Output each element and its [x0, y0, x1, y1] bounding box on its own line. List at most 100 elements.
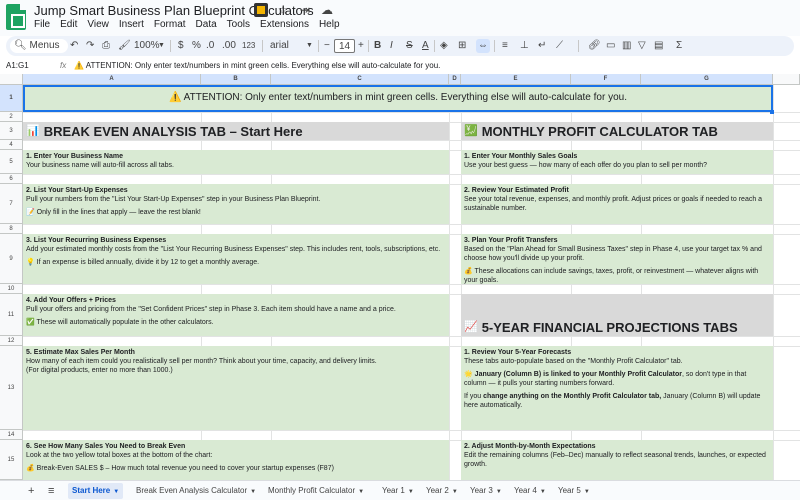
menu-edit[interactable]: Edit: [60, 19, 77, 30]
row-header-15[interactable]: 15: [0, 440, 23, 480]
row-header-3[interactable]: 3: [0, 122, 23, 140]
menu-data[interactable]: Data: [196, 19, 217, 30]
chevron-down-icon[interactable]: ▼: [358, 489, 364, 495]
chevron-down-icon[interactable]: ▼: [540, 489, 546, 495]
italic-button[interactable]: I: [390, 39, 393, 53]
column-header-a[interactable]: A: [23, 74, 201, 85]
row-header-6[interactable]: 6: [0, 174, 23, 184]
chart-icon[interactable]: ▥: [622, 39, 631, 53]
profit-step-1-sales-goals-cell[interactable]: 1. Enter Your Monthly Sales Goals Use yo…: [461, 150, 773, 174]
menu-format[interactable]: Format: [154, 19, 186, 30]
step-2-startup-expenses-cell[interactable]: 2. List Your Start-Up Expenses Pull your…: [23, 184, 449, 224]
chevron-down-icon[interactable]: ▼: [408, 489, 414, 495]
sheet-tab-year-1[interactable]: Year 1 ▼: [378, 483, 418, 499]
align-horizontal-icon[interactable]: ≡: [502, 39, 508, 53]
increase-decimal-button[interactable]: .00: [222, 39, 236, 53]
comment-icon[interactable]: ▭: [606, 39, 615, 53]
chevron-down-icon[interactable]: ▼: [496, 489, 502, 495]
chevron-down-icon[interactable]: ▼: [584, 489, 590, 495]
fill-color-icon[interactable]: ◈: [440, 39, 448, 53]
step-4-offers-prices-cell[interactable]: 4. Add Your Offers + Prices Pull your of…: [23, 294, 449, 336]
merge-cells-icon[interactable]: ⇔: [476, 39, 490, 53]
monthly-profit-heading-cell[interactable]: 💹 MONTHLY PROFIT CALCULATOR TAB: [461, 122, 773, 140]
column-header-c[interactable]: C: [271, 74, 449, 85]
percent-button[interactable]: %: [192, 39, 201, 53]
row-header-8[interactable]: 8: [0, 224, 23, 234]
column-header-f[interactable]: F: [571, 74, 641, 85]
redo-icon[interactable]: ↷: [86, 39, 94, 53]
projections-step-2-adjust-cell[interactable]: 2. Adjust Month-by-Month Expectations Ed…: [461, 440, 773, 480]
all-sheets-button[interactable]: ≡: [48, 485, 54, 497]
row-header-13[interactable]: 13: [0, 346, 23, 430]
chevron-down-icon[interactable]: ▼: [113, 489, 119, 495]
column-header-b[interactable]: B: [201, 74, 271, 85]
menu-file[interactable]: File: [34, 19, 50, 30]
bold-button[interactable]: B: [374, 39, 381, 53]
row-header-11[interactable]: 11: [0, 294, 23, 336]
text-wrap-icon[interactable]: ↵: [538, 39, 546, 53]
row-header-7[interactable]: 7: [0, 184, 23, 224]
sheets-logo-icon[interactable]: [6, 4, 26, 30]
column-header-g[interactable]: G: [641, 74, 773, 85]
functions-button[interactable]: Σ: [676, 39, 682, 53]
spreadsheet-grid[interactable]: A B C D E F G 1 2 3 4 5 6 7 8 9 10 11 12…: [0, 74, 800, 480]
print-icon[interactable]: ⎙: [102, 39, 110, 53]
row-header-10[interactable]: 10: [0, 284, 23, 294]
currency-button[interactable]: $: [178, 39, 184, 53]
attention-banner-cell[interactable]: ⚠️ ATTENTION: Only enter text/numbers in…: [23, 85, 773, 112]
paint-format-icon[interactable]: 🖌︎: [118, 39, 131, 53]
column-header-e[interactable]: E: [461, 74, 571, 85]
font-size-decrease-button[interactable]: −: [324, 39, 330, 53]
zoom-select[interactable]: 100%: [134, 39, 160, 53]
align-vertical-icon[interactable]: ⊥: [520, 39, 529, 53]
row-header-14[interactable]: 14: [0, 430, 23, 440]
text-rotation-icon[interactable]: ⟋: [556, 39, 563, 53]
sheet-tab-monthly-profit[interactable]: Monthly Profit Calculator ▼: [264, 483, 368, 499]
select-all-corner[interactable]: [0, 74, 23, 85]
row-header-2[interactable]: 2: [0, 112, 23, 122]
sheet-tab-start-here[interactable]: Start Here ▼: [68, 483, 124, 499]
sheet-tab-year-5[interactable]: Year 5 ▼: [554, 483, 594, 499]
row-header-1[interactable]: 1: [0, 85, 23, 112]
menu-tools[interactable]: Tools: [227, 19, 250, 30]
menu-help[interactable]: Help: [319, 19, 340, 30]
column-header-h[interactable]: [773, 74, 800, 85]
projections-heading-cell[interactable]: 📈 5-YEAR FINANCIAL PROJECTIONS TABS: [461, 294, 773, 336]
font-size-input[interactable]: 14: [334, 39, 356, 53]
step-1-business-name-cell[interactable]: 1. Enter Your Business Name Your busines…: [23, 150, 449, 174]
number-format-button[interactable]: 123: [242, 39, 255, 53]
undo-icon[interactable]: ↶: [70, 39, 78, 53]
step-5-max-sales-cell[interactable]: 5. Estimate Max Sales Per Month How many…: [23, 346, 449, 430]
star-icon[interactable]: ☆: [276, 3, 290, 17]
break-even-heading-cell[interactable]: 📊 BREAK EVEN ANALYSIS TAB – Start Here: [23, 122, 449, 140]
folder-icon[interactable]: [254, 3, 268, 17]
row-header-5[interactable]: 5: [0, 150, 23, 174]
link-icon[interactable]: 🔗︎: [588, 39, 601, 53]
sheet-tab-year-3[interactable]: Year 3 ▼: [466, 483, 506, 499]
profit-step-3-transfers-cell[interactable]: 3. Plan Your Profit Transfers Based on t…: [461, 234, 773, 284]
chevron-down-icon[interactable]: ▼: [158, 39, 165, 53]
chevron-down-icon[interactable]: ▼: [306, 39, 313, 53]
sheet-tab-year-2[interactable]: Year 2 ▼: [422, 483, 462, 499]
add-sheet-button[interactable]: +: [28, 485, 34, 497]
cloud-icon[interactable]: ☁: [320, 3, 334, 17]
filter-views-icon[interactable]: ▤: [654, 39, 663, 53]
sheet-tab-break-even[interactable]: Break Even Analysis Calculator ▼: [132, 483, 260, 499]
filter-icon[interactable]: ▽: [638, 39, 646, 53]
row-header-4[interactable]: 4: [0, 140, 23, 150]
column-header-d[interactable]: D: [449, 74, 461, 85]
profit-step-2-estimated-profit-cell[interactable]: 2. Review Your Estimated Profit See your…: [461, 184, 773, 224]
menus-search[interactable]: 🔍︎ Menus: [10, 39, 68, 53]
row-header-9[interactable]: 9: [0, 234, 23, 284]
menu-view[interactable]: View: [87, 19, 109, 30]
move-icon[interactable]: ⇥: [298, 3, 312, 17]
text-color-button[interactable]: A: [422, 39, 429, 53]
name-box[interactable]: A1:G1: [6, 61, 29, 70]
borders-icon[interactable]: ⊞: [458, 39, 466, 53]
font-size-increase-button[interactable]: +: [358, 39, 364, 53]
menu-insert[interactable]: Insert: [119, 19, 144, 30]
fill-handle[interactable]: [770, 110, 774, 114]
font-select[interactable]: arial: [270, 39, 289, 53]
decrease-decimal-button[interactable]: .0: [206, 39, 214, 53]
chevron-down-icon[interactable]: ▼: [250, 489, 256, 495]
